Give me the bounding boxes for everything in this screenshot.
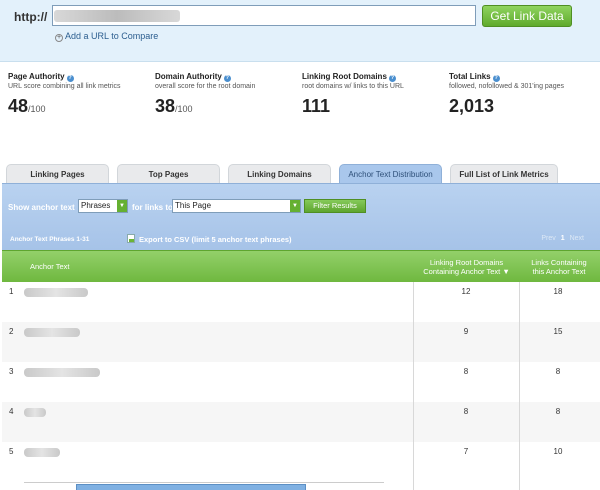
- pager-current: 1: [560, 235, 565, 242]
- blurred-url-text: [54, 10, 180, 22]
- dropdown-arrow-icon: ▼: [117, 200, 127, 212]
- metric-denominator: /100: [175, 104, 193, 114]
- table-row: 1 12 18: [2, 282, 600, 322]
- row-number: 3: [9, 367, 14, 376]
- metric-value: 111: [302, 96, 331, 116]
- tab-linking-pages[interactable]: Linking Pages: [6, 164, 109, 183]
- metric-denominator: /100: [28, 104, 46, 114]
- blurred-anchor-text: [24, 448, 60, 457]
- help-icon[interactable]: ?: [66, 75, 74, 82]
- export-csv-link[interactable]: Export to CSV (limit 5 anchor text phras…: [127, 234, 292, 244]
- help-icon[interactable]: ?: [492, 75, 500, 82]
- tab-linking-domains[interactable]: Linking Domains: [228, 164, 331, 183]
- tab-anchor-text-distribution[interactable]: Anchor Text Distribution: [339, 164, 442, 184]
- link-scope-select[interactable]: This Page ▼: [172, 199, 301, 213]
- link-scope-value: This Page: [175, 201, 212, 210]
- table-row: 4 8 8: [2, 402, 600, 442]
- row-links-value: 18: [553, 287, 563, 296]
- tab-full-list-link-metrics[interactable]: Full List of Link Metrics: [450, 164, 558, 183]
- blurred-anchor-text: [24, 408, 46, 417]
- row-links-value: 10: [553, 447, 563, 456]
- dropdown-arrow-icon: ▼: [290, 200, 300, 212]
- get-link-data-button[interactable]: Get Link Data: [482, 5, 572, 27]
- metric-title: Page Authority: [8, 72, 65, 81]
- row-divider: [24, 482, 384, 483]
- pager-next[interactable]: Next: [570, 235, 584, 242]
- row-lrd-value: 8: [463, 367, 469, 376]
- scrollbar-thumb[interactable]: [76, 484, 306, 490]
- table-row: 5 7 10: [2, 442, 600, 482]
- row-number: 1: [9, 287, 14, 296]
- metric-linking-root-domains: Linking Root Domains? root domains w/ li…: [302, 72, 404, 117]
- metric-value: 2,013: [449, 96, 495, 116]
- row-links-value: 8: [555, 407, 561, 416]
- help-icon[interactable]: ?: [388, 75, 396, 82]
- export-csv-label: Export to CSV (limit 5 anchor text phras…: [139, 235, 292, 244]
- pagination: Prev 1 Next: [541, 235, 584, 242]
- plus-icon: +: [55, 34, 63, 42]
- column-divider: [519, 282, 520, 490]
- metric-subtitle: followed, nofollowed & 301'ing pages: [449, 83, 564, 90]
- csv-file-icon: [127, 234, 135, 243]
- row-lrd-value: 9: [463, 327, 469, 336]
- column-header-linking-root-domains[interactable]: Linking Root Domains Containing Anchor T…: [414, 258, 519, 276]
- protocol-label: http://: [14, 10, 48, 24]
- column-header-links-containing[interactable]: Links Containing this Anchor Text: [520, 258, 598, 276]
- anchor-type-select[interactable]: Phrases ▼: [78, 199, 128, 213]
- metric-subtitle: URL score combining all link metrics: [8, 83, 121, 90]
- show-anchor-text-label: Show anchor text: [8, 203, 75, 212]
- metric-subtitle: root domains w/ links to this URL: [302, 83, 404, 90]
- anchor-type-value: Phrases: [81, 201, 111, 210]
- row-number: 4: [9, 407, 14, 416]
- url-bar: http:// Get Link Data + Add a URL to Comp…: [0, 0, 600, 62]
- row-links-value: 15: [553, 327, 563, 336]
- column-divider: [413, 282, 414, 490]
- table-row: 3 8 8: [2, 362, 600, 402]
- anchor-phrases-count: Anchor Text Phrases 1-31: [10, 236, 90, 243]
- tab-top-pages[interactable]: Top Pages: [117, 164, 220, 183]
- blurred-anchor-text: [24, 288, 88, 297]
- add-url-label: Add a URL to Compare: [65, 31, 159, 41]
- metric-subtitle: overall score for the root domain: [155, 83, 256, 90]
- row-number: 5: [9, 447, 14, 456]
- filter-panel: Show anchor text Phrases ▼ for links to …: [2, 183, 600, 250]
- column-header-anchor-text[interactable]: Anchor Text: [30, 262, 69, 271]
- metric-total-links: Total Links? followed, nofollowed & 301'…: [449, 72, 564, 117]
- metric-title: Linking Root Domains: [302, 72, 387, 81]
- blurred-anchor-text: [24, 368, 100, 377]
- metric-domain-authority: Domain Authority? overall score for the …: [155, 72, 255, 117]
- table-header: Anchor Text Linking Root Domains Contain…: [2, 250, 600, 282]
- row-lrd-value: 8: [463, 407, 469, 416]
- add-url-link[interactable]: + Add a URL to Compare: [55, 31, 158, 42]
- for-links-to-label: for links to: [132, 203, 173, 212]
- row-lrd-value: 7: [463, 447, 469, 456]
- row-links-value: 8: [555, 367, 561, 376]
- pager-prev[interactable]: Prev: [541, 235, 555, 242]
- filter-results-button[interactable]: Filter Results: [304, 199, 366, 213]
- row-number: 2: [9, 327, 14, 336]
- metric-title: Total Links: [449, 72, 491, 81]
- help-icon[interactable]: ?: [223, 75, 231, 82]
- metric-title: Domain Authority: [155, 72, 222, 81]
- metric-value: 48: [8, 96, 29, 116]
- row-lrd-value: 12: [461, 287, 471, 296]
- metric-page-authority: Page Authority? URL score combining all …: [8, 72, 121, 117]
- metric-value: 38: [155, 96, 176, 116]
- blurred-anchor-text: [24, 328, 80, 337]
- table-row: 2 9 15: [2, 322, 600, 362]
